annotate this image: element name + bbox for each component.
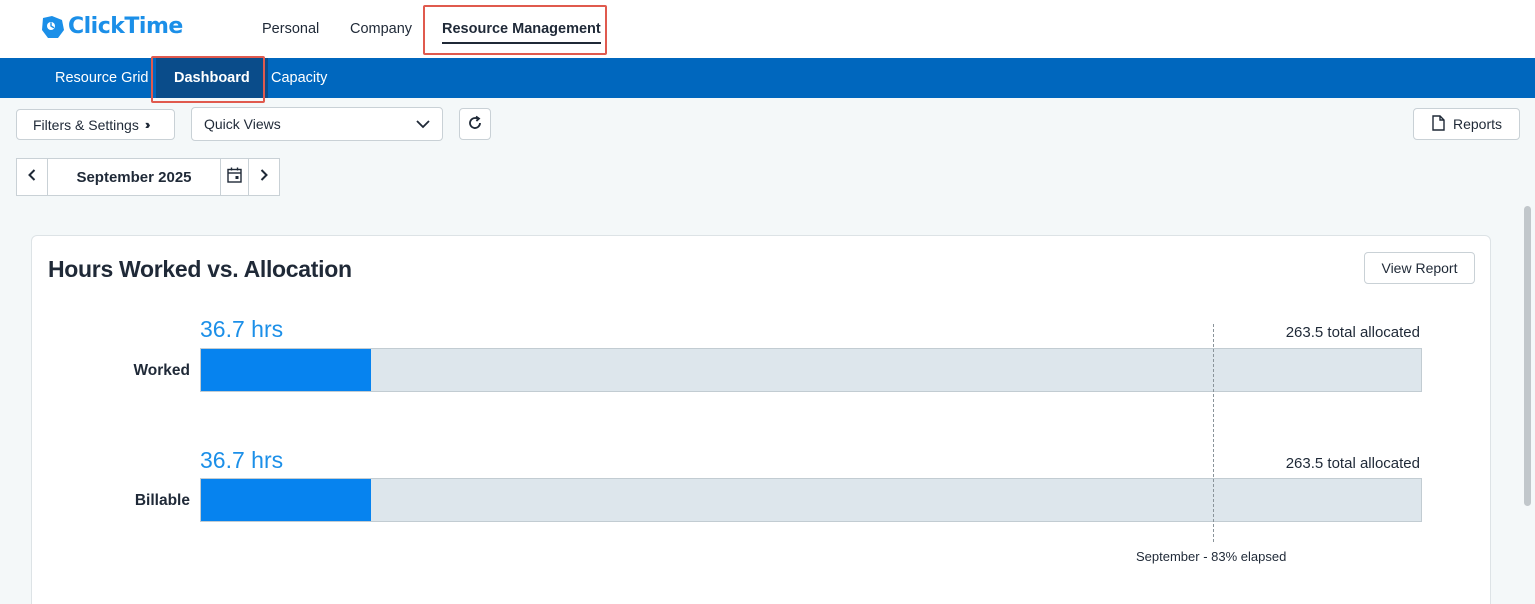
billable-bar-track: [200, 478, 1422, 522]
reports-button[interactable]: Reports: [1413, 108, 1520, 140]
hours-worked-vs-allocation-card: Hours Worked vs. Allocation View Report …: [31, 235, 1491, 604]
worked-hours-value: 36.7 hrs: [200, 316, 284, 342]
billable-total-allocated: 263.5 total allocated: [1285, 455, 1420, 472]
reports-label: Reports: [1453, 116, 1503, 132]
billable-hours-value: 36.7 hrs: [200, 447, 284, 473]
clicktime-logo-icon: [40, 14, 66, 40]
subnav-dashboard[interactable]: Dashboard: [156, 58, 268, 98]
chevron-right-icon: [260, 168, 268, 186]
vertical-scrollbar[interactable]: [1524, 206, 1531, 506]
refresh-icon: [467, 115, 483, 134]
chevron-left-icon: [28, 168, 36, 186]
refresh-button[interactable]: [459, 108, 491, 140]
card-title: Hours Worked vs. Allocation: [48, 256, 352, 282]
topnav-resource-management[interactable]: Resource Management: [442, 18, 601, 44]
worked-total-allocated: 263.5 total allocated: [1285, 324, 1420, 341]
month-picker: September 2025: [16, 158, 280, 196]
document-icon: [1432, 114, 1453, 134]
topnav-company[interactable]: Company: [350, 18, 412, 40]
filters-settings-label: Filters & Settings: [33, 116, 139, 133]
current-month-label: September 2025: [48, 159, 221, 195]
chevron-down-icon: [416, 116, 430, 132]
elapsed-label: September - 83% elapsed: [1136, 549, 1287, 564]
clicktime-logo[interactable]: ClickTime: [40, 14, 183, 40]
calendar-button[interactable]: [221, 159, 249, 195]
billable-bar-fill: [201, 479, 371, 521]
filters-settings-button[interactable]: Filters & Settings ››: [16, 109, 175, 140]
double-chevron-right-icon: ››: [144, 117, 150, 132]
view-report-button[interactable]: View Report: [1364, 252, 1475, 284]
quick-views-label: Quick Views: [204, 116, 281, 132]
worked-bar-fill: [201, 349, 371, 391]
subnav-capacity[interactable]: Capacity: [271, 58, 327, 98]
worked-bar-track: [200, 348, 1422, 392]
top-navigation-bar: ClickTime Personal Company Resource Mana…: [0, 0, 1535, 58]
elapsed-marker-line: [1213, 324, 1214, 542]
next-month-button[interactable]: [249, 159, 279, 195]
quick-views-dropdown[interactable]: Quick Views: [191, 107, 443, 141]
billable-label: Billable: [134, 492, 190, 509]
subnav-resource-grid[interactable]: Resource Grid: [55, 58, 148, 98]
logo-text: ClickTime: [68, 14, 183, 39]
previous-month-button[interactable]: [17, 159, 48, 195]
sub-navigation-bar: Resource Grid Dashboard Capacity: [0, 58, 1535, 98]
topnav-personal[interactable]: Personal: [262, 18, 319, 40]
worked-label: Worked: [133, 362, 190, 379]
calendar-icon: [227, 167, 242, 188]
